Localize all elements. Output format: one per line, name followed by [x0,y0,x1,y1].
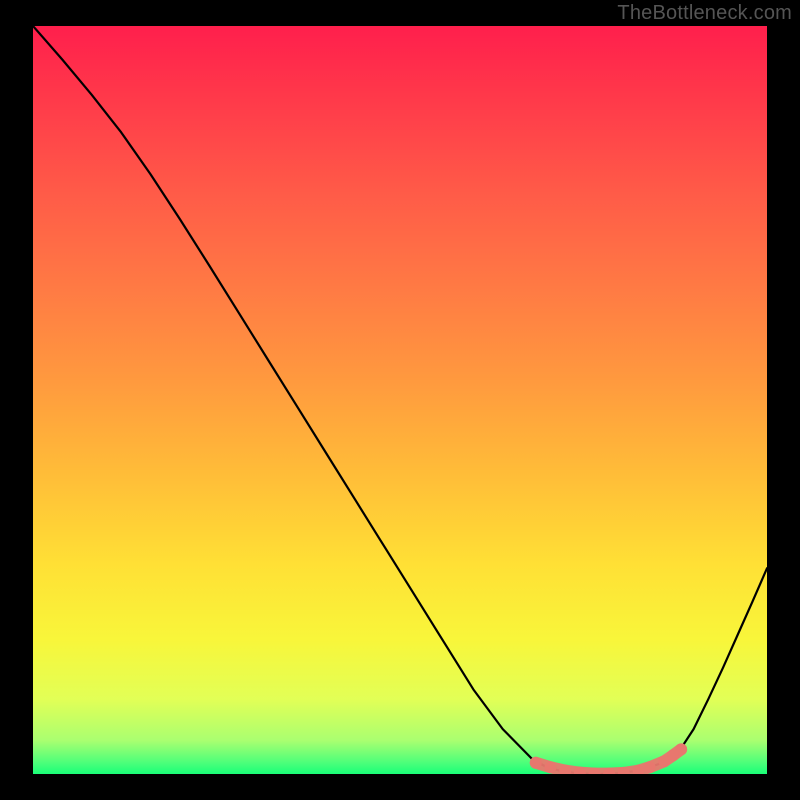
highlight-marker [675,743,687,755]
watermark-text: TheBottleneck.com [617,2,792,25]
chart-frame: TheBottleneck.com [0,0,800,800]
chart-svg [33,26,767,774]
highlight-marker [644,761,656,773]
bottleneck-chart [33,26,767,774]
gradient-background [33,26,767,774]
highlight-marker [530,757,542,769]
highlight-marker [544,761,556,773]
